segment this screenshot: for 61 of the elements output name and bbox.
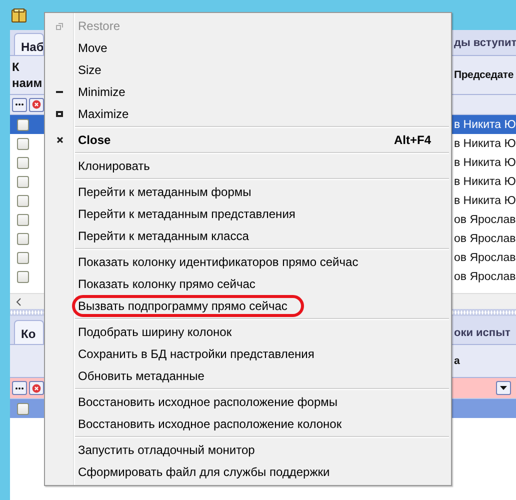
caret-icon: [500, 386, 507, 390]
menu-item[interactable]: Восстановить исходное расположение колонок: [45, 413, 451, 435]
table-cell: ов Ярослав: [454, 214, 516, 226]
checkbox[interactable]: [17, 214, 29, 226]
table-cell: ов Ярослав: [454, 270, 516, 282]
clear-icon: [32, 100, 41, 109]
menu-item[interactable]: Подобрать ширину колонок: [45, 321, 451, 343]
checkbox[interactable]: [17, 176, 29, 188]
column-header[interactable]: а: [454, 355, 516, 367]
table-cell: ов Ярослав: [454, 252, 516, 264]
checkbox[interactable]: [17, 402, 29, 414]
restore-icon: [56, 22, 63, 30]
menu-item[interactable]: Клонировать: [45, 155, 451, 177]
tab[interactable]: Ко: [14, 320, 44, 344]
column-header[interactable]: наим: [12, 75, 48, 91]
menu-item[interactable]: Обновить метаданные: [45, 365, 451, 387]
table-cell: в Никита Ю: [454, 138, 516, 150]
close-icon: [56, 137, 62, 143]
checkbox[interactable]: [17, 252, 29, 264]
menu-item[interactable]: Восстановить исходное расположение формы: [45, 391, 451, 413]
menu-item[interactable]: Size: [45, 59, 451, 81]
maximize-icon: [56, 111, 63, 117]
tab[interactable]: Наб: [14, 33, 44, 55]
table-cell: в Никита Ю: [454, 176, 516, 188]
more-button[interactable]: [12, 381, 27, 395]
panel-caption: ды вступит: [454, 36, 516, 48]
checkbox[interactable]: [17, 194, 29, 206]
checkbox[interactable]: [17, 118, 29, 130]
dropdown-button[interactable]: [496, 381, 511, 395]
menu-item[interactable]: Перейти к метаданным класса: [45, 225, 451, 247]
menu-item[interactable]: Запустить отладочный монитор: [45, 439, 451, 461]
menu-item[interactable]: Показать колонку идентификаторов прямо сейчас: [45, 251, 451, 273]
menu-item[interactable]: Close Alt+F4: [45, 129, 451, 151]
menu-item[interactable]: Показать колонку прямо сейчас: [45, 273, 451, 295]
panel-caption: оки испыт: [454, 327, 512, 339]
menu-item[interactable]: Перейти к метаданным представления: [45, 203, 451, 225]
dots-icon: [15, 386, 24, 390]
checkbox[interactable]: [17, 270, 29, 282]
clear-filter-button[interactable]: [29, 98, 44, 112]
menu-item[interactable]: Maximize: [45, 103, 451, 125]
menu-item[interactable]: Перейти к метаданным формы: [45, 181, 451, 203]
menu-item[interactable]: Вызвать подпрограмму прямо сейчас: [45, 295, 451, 317]
menu-item[interactable]: Сохранить в БД настройки представления: [45, 343, 451, 365]
table-cell: в Никита Ю: [454, 156, 516, 168]
clear-filter-button[interactable]: [29, 381, 44, 395]
dots-icon: [15, 103, 24, 106]
checkbox[interactable]: [17, 156, 29, 168]
minimize-icon: [56, 91, 63, 93]
table-cell: ов Ярослав: [454, 232, 516, 244]
menu-item[interactable]: Minimize: [45, 81, 451, 103]
column-header[interactable]: К: [12, 59, 48, 75]
checkbox[interactable]: [17, 232, 29, 244]
checkbox[interactable]: [17, 138, 29, 150]
table-cell: в Никита Ю: [454, 194, 516, 206]
menu-item[interactable]: Сформировать файл для службы поддержки: [45, 461, 451, 483]
more-button[interactable]: [12, 98, 27, 112]
menu-item[interactable]: Move: [45, 37, 451, 59]
table-cell: в Никита Ю: [454, 118, 516, 130]
column-header[interactable]: Председате: [454, 69, 516, 81]
clear-icon: [32, 384, 41, 392]
chevron-left-icon: [16, 298, 21, 306]
